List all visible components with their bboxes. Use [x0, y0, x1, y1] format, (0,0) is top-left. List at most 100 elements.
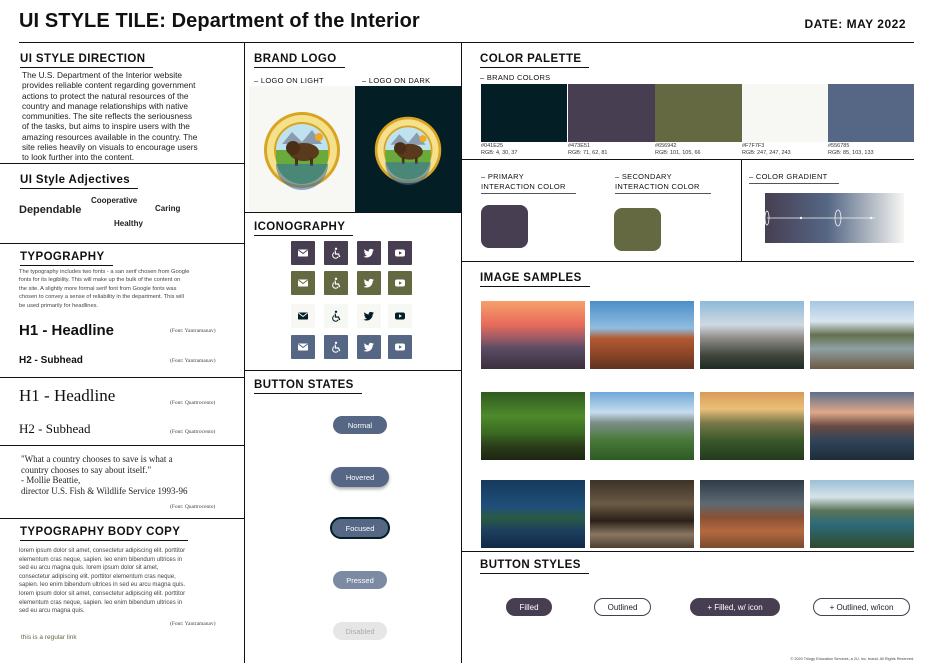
h1-sans-font-note: (Font: Yantramanav)	[170, 328, 216, 334]
underline	[615, 193, 711, 194]
image-moose	[481, 392, 585, 460]
youtube-icon[interactable]	[388, 304, 412, 328]
email-icon[interactable]	[291, 271, 315, 295]
color-gradient-label: – COLOR GRADIENT	[749, 172, 828, 181]
adjective-cooperative: Cooperative	[91, 196, 138, 205]
image-samples-heading: IMAGE SAMPLES	[480, 272, 590, 287]
primary-interaction-label: – PRIMARY INTERACTION COLOR	[481, 172, 566, 191]
image-arch-rock	[590, 301, 694, 369]
h1-sans-sample: H1 - Headline	[19, 322, 115, 339]
accessibility-icon[interactable]	[324, 241, 348, 265]
brand-logo-heading: BRAND LOGO	[254, 53, 345, 68]
underline	[749, 183, 839, 184]
email-icon[interactable]	[291, 335, 315, 359]
button-state-focused[interactable]: Focused	[330, 517, 390, 539]
adjectives-heading: UI Style Adjectives	[20, 174, 139, 189]
h1-serif-sample: H1 - Headline	[19, 386, 116, 405]
adjective-caring: Caring	[155, 204, 181, 213]
page-date: DATE: MAY 2022	[804, 17, 906, 31]
image-lake-mountains	[810, 392, 914, 460]
divider	[244, 370, 461, 371]
copyright-text: © 2020 Trilogy Education Services, a 2U,…	[790, 657, 914, 661]
image-bison	[590, 480, 694, 548]
email-icon[interactable]	[291, 241, 315, 265]
gradient-handles	[765, 209, 875, 227]
logo-dark-label: – LOGO ON DARK	[362, 76, 431, 85]
twitter-icon[interactable]	[357, 335, 381, 359]
button-state-normal[interactable]: Normal	[333, 416, 387, 434]
adjective-dependable: Dependable	[19, 204, 82, 216]
image-river-canyon	[810, 480, 914, 548]
image-mountain-sunset	[481, 301, 585, 369]
image-alligator	[481, 480, 585, 548]
direction-text: The U.S. Department of the Interior webs…	[22, 70, 198, 163]
divider	[461, 159, 914, 160]
youtube-icon[interactable]	[388, 271, 412, 295]
h2-sans-font-note: (Font: Yantramanav)	[170, 358, 216, 364]
color-swatch-4	[828, 84, 914, 142]
regular-link[interactable]: this is a regular link	[21, 634, 77, 641]
youtube-icon[interactable]	[388, 335, 412, 359]
filled-button[interactable]: Filled	[506, 598, 552, 616]
department-seal-logo	[264, 111, 340, 190]
quote-font-note: (Font: Quattrocento)	[170, 504, 216, 510]
image-forest-sunset	[700, 392, 804, 460]
button-state-pressed[interactable]: Pressed	[333, 571, 387, 589]
youtube-icon[interactable]	[388, 241, 412, 265]
typography-description: The typography includes two fonts - a sa…	[19, 269, 190, 309]
image-glacier-valley	[590, 392, 694, 460]
accessibility-icon[interactable]	[324, 271, 348, 295]
department-seal-logo-dark	[374, 116, 442, 185]
color-swatch-3	[742, 84, 828, 142]
h2-sans-sample: H2 - Subhead	[19, 355, 83, 366]
divider	[0, 377, 244, 378]
body-copy-text: lorem ipsum dolor sit amet, consectetur …	[19, 548, 186, 615]
typography-heading: TYPOGRAPHY	[20, 251, 112, 266]
button-states-heading: BUTTON STATES	[254, 379, 362, 394]
color-swatch-label: #556785 RGB: 85, 103, 133	[828, 143, 874, 156]
divider	[0, 518, 244, 519]
column-divider-2	[461, 43, 462, 663]
h1-serif-font-note: (Font: Quattrocento)	[170, 400, 216, 406]
header-divider	[19, 42, 914, 43]
twitter-icon[interactable]	[357, 241, 381, 265]
body-copy-font-note: (Font: Yantramanav)	[170, 621, 216, 627]
secondary-interaction-label: – SECONDARY INTERACTION COLOR	[615, 172, 700, 191]
button-state-disabled: Disabled	[333, 622, 387, 640]
color-swatch-label: #473E51 RGB: 71, 62, 81	[568, 143, 608, 156]
divider	[0, 243, 244, 244]
color-swatch-0	[481, 84, 567, 142]
secondary-interaction-swatch	[614, 208, 661, 251]
page-title: UI STYLE TILE: Department of the Interio…	[19, 10, 420, 32]
twitter-icon[interactable]	[357, 304, 381, 328]
color-swatch-label: #656942 RGB: 101, 105, 66	[655, 143, 701, 156]
button-state-hovered[interactable]: Hovered	[331, 467, 389, 487]
color-swatch-1	[568, 84, 655, 142]
divider	[0, 445, 244, 446]
color-gradient-bar	[765, 193, 904, 243]
iconography-heading: ICONOGRAPHY	[254, 221, 354, 236]
adjective-healthy: Healthy	[114, 219, 143, 228]
accessibility-icon[interactable]	[324, 304, 348, 328]
divider-vertical	[741, 160, 742, 261]
underline	[481, 193, 576, 194]
quote-block: "What a country chooses to save is what …	[21, 454, 188, 496]
outlined-icon-button[interactable]: + Outlined, w/icon	[813, 598, 910, 616]
filled-icon-button[interactable]: + Filled, w/ icon	[690, 598, 780, 616]
divider	[244, 212, 461, 213]
email-icon[interactable]	[291, 304, 315, 328]
accessibility-icon[interactable]	[324, 335, 348, 359]
logo-light-panel	[249, 86, 355, 213]
primary-interaction-swatch	[481, 205, 528, 248]
color-swatch-label: #041E25 RGB: 4, 30, 37	[481, 143, 518, 156]
image-sand-dunes	[700, 480, 804, 548]
h2-serif-sample: H2 - Subhead	[19, 421, 91, 436]
divider	[461, 551, 914, 552]
column-divider-1	[244, 43, 245, 663]
image-half-dome	[700, 301, 804, 369]
image-rocky-lake	[810, 301, 914, 369]
twitter-icon[interactable]	[357, 271, 381, 295]
color-swatch-2	[655, 84, 742, 142]
divider	[461, 261, 914, 262]
outlined-button[interactable]: Outlined	[594, 598, 651, 616]
